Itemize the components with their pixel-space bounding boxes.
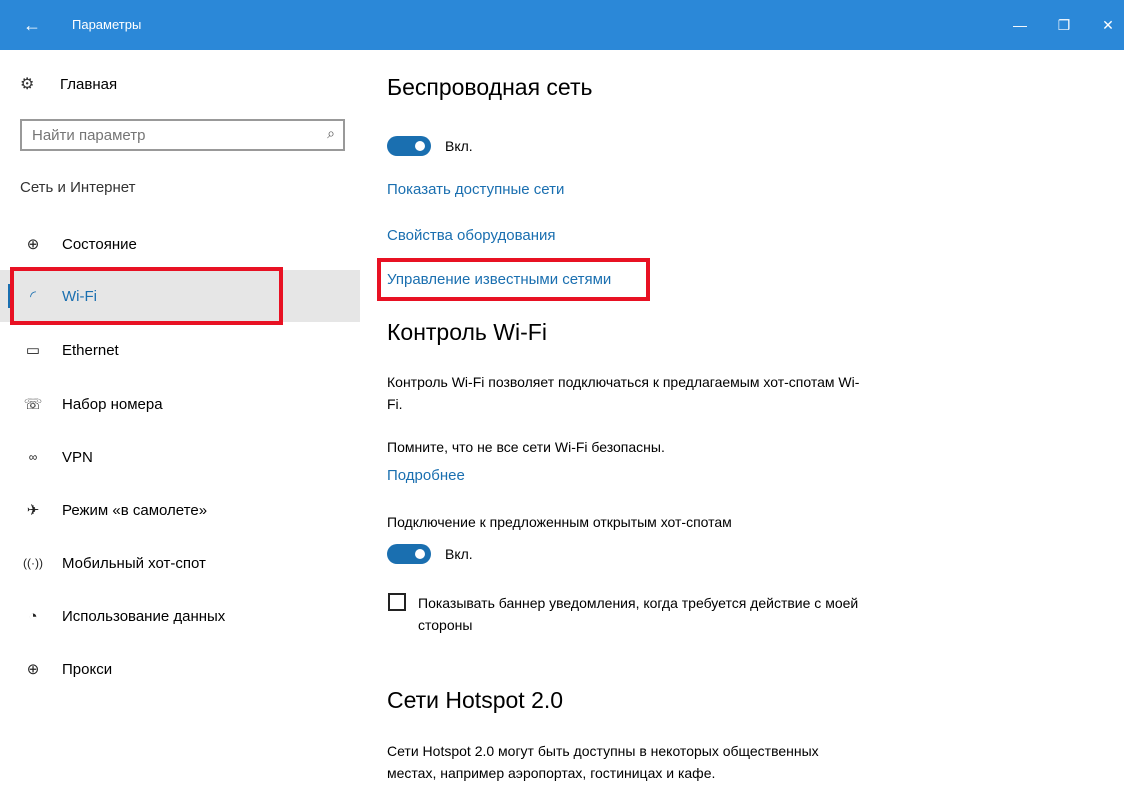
wifi-sense-heading: Контроль Wi-Fi (387, 319, 547, 345)
globe-icon: ⊕ (26, 236, 40, 253)
wireless-toggle[interactable] (387, 136, 431, 156)
sidebar-item-label: VPN (62, 448, 93, 466)
notification-banner-label: Показывать баннер уведомления, когда тре… (418, 595, 859, 633)
open-hotspots-toggle-label: Вкл. (445, 546, 473, 562)
dialup-icon: ☏ (23, 396, 43, 413)
vpn-icon: ∞ (28, 450, 38, 464)
show-networks-link[interactable]: Показать доступные сети (387, 181, 564, 198)
search-box[interactable]: ⌕ (20, 119, 345, 151)
ethernet-icon: ▭ (25, 342, 41, 359)
airplane-icon: ✈ (26, 502, 40, 519)
hotspot2-heading: Сети Hotspot 2.0 (387, 687, 564, 713)
open-hotspots-label: Подключение к предложенным открытым хот-… (387, 514, 732, 530)
sidebar-item-label: Состояние (62, 235, 137, 253)
toggle-knob (415, 549, 425, 559)
sidebar-item-label: Режим «в самолете» (62, 501, 208, 519)
sidebar-item-dialup[interactable]: ☏ Набор номера (0, 378, 360, 430)
wifi-sense-warning: Помните, что не все сети Wi-Fi безопасны… (387, 439, 665, 455)
wireless-toggle-label: Вкл. (445, 138, 473, 154)
wireless-toggle-row[interactable]: Вкл. (387, 136, 473, 156)
sidebar-item-status[interactable]: ⊕ Состояние (0, 218, 360, 270)
notification-banner-checkbox[interactable] (388, 593, 406, 611)
sidebar-item-hotspot[interactable]: ((·)) Мобильный хот-спот (0, 537, 360, 589)
hotspot2-description: Сети Hotspot 2.0 могут быть доступны в н… (387, 743, 819, 781)
toggle-knob (415, 141, 425, 151)
hardware-properties-link[interactable]: Свойства оборудования (387, 227, 556, 244)
close-icon: ✕ (1102, 16, 1114, 33)
minimize-button[interactable]: — (1002, 0, 1038, 50)
title-bar: ← Параметры — ❐ ✕ (0, 0, 1124, 50)
wifi-highlight-box (10, 267, 283, 325)
window-title: Параметры (72, 17, 142, 32)
manage-networks-highlight-box (377, 258, 650, 301)
close-button[interactable]: ✕ (1090, 0, 1124, 50)
learn-more-link[interactable]: Подробнее (387, 467, 465, 484)
notification-banner-option[interactable]: Показывать баннер уведомления, когда тре… (388, 592, 888, 636)
hotspot-icon: ((·)) (23, 556, 43, 570)
wifi-sense-description: Контроль Wi-Fi позволяет подключаться к … (387, 374, 860, 412)
sidebar-item-airplane[interactable]: ✈ Режим «в самолете» (0, 484, 360, 536)
sidebar-home-label: Главная (60, 75, 118, 93)
sidebar-item-data-usage[interactable]: ◔ Использование данных (0, 590, 360, 642)
sidebar-item-vpn[interactable]: ∞ VPN (0, 431, 360, 483)
back-arrow-icon: ← (23, 14, 41, 35)
sidebar-item-label: Ethernet (62, 341, 119, 359)
open-hotspots-toggle[interactable] (387, 544, 431, 564)
section-title: Сеть и Интернет (20, 179, 136, 196)
open-hotspots-toggle-row[interactable]: Вкл. (387, 544, 473, 564)
back-button[interactable]: ← (8, 0, 56, 50)
sidebar-item-ethernet[interactable]: ▭ Ethernet (0, 324, 360, 376)
maximize-button[interactable]: ❐ (1046, 0, 1082, 50)
search-input[interactable] (22, 125, 314, 145)
sidebar-item-label: Использование данных (62, 607, 226, 625)
wireless-heading: Беспроводная сеть (387, 74, 593, 100)
sidebar-item-label: Набор номера (62, 395, 163, 413)
minimize-icon: — (1013, 17, 1027, 33)
globe-icon: ⊕ (26, 661, 40, 678)
sidebar-home[interactable]: ⚙ Главная (20, 74, 117, 94)
sidebar-item-proxy[interactable]: ⊕ Прокси (0, 643, 360, 695)
sidebar-item-label: Прокси (62, 660, 113, 678)
sidebar-item-label: Мобильный хот-спот (62, 554, 206, 572)
data-usage-icon: ◔ (28, 607, 38, 625)
maximize-icon: ❐ (1057, 16, 1071, 33)
gear-icon: ⚙ (20, 76, 35, 93)
search-icon[interactable]: ⌕ (327, 125, 335, 142)
